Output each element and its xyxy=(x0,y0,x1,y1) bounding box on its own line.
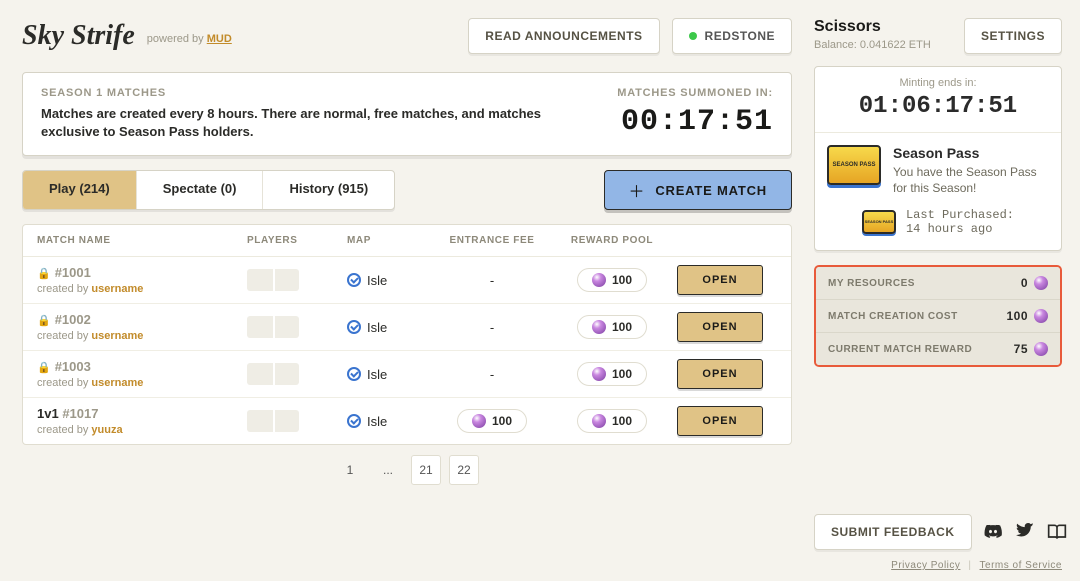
twitter-icon[interactable] xyxy=(1012,519,1038,545)
lock-icon: 🔒 xyxy=(37,362,51,374)
mud-link[interactable]: MUD xyxy=(207,33,232,45)
reward-pill: 100 xyxy=(577,315,647,339)
verified-icon xyxy=(347,320,361,334)
tos-link[interactable]: Terms of Service xyxy=(980,560,1062,571)
season-label: Season 1 Matches xyxy=(41,87,597,99)
table-row: 🔒#1001 created by username Isle - 100 Op… xyxy=(23,257,791,304)
table-row: 🔒#1003 created by username Isle - 100 Op… xyxy=(23,351,791,398)
col-entrance-fee: Entrance Fee xyxy=(437,235,547,246)
book-icon[interactable] xyxy=(1044,519,1070,545)
orb-icon xyxy=(1034,342,1048,356)
season-card: Season 1 Matches Matches are created eve… xyxy=(22,72,792,156)
open-button[interactable]: Open xyxy=(677,359,763,389)
orb-icon xyxy=(472,414,486,428)
discord-icon[interactable] xyxy=(980,519,1006,545)
players-indicator xyxy=(247,269,299,291)
resource-label: Match Creation Cost xyxy=(828,311,958,322)
orb-icon xyxy=(592,414,606,428)
mint-card: Minting ends in: 01:06:17:51 SEASON PASS… xyxy=(814,66,1062,251)
page-ellipsis: ... xyxy=(373,455,403,485)
players-indicator xyxy=(247,316,299,338)
season-pass-title: Season Pass xyxy=(893,145,1049,161)
app-logo: Sky Strife xyxy=(22,20,135,52)
table-row: 1v1 #1017 created by yuuza Isle 100 100 … xyxy=(23,398,791,444)
verified-icon xyxy=(347,367,361,381)
open-button[interactable]: Open xyxy=(677,265,763,295)
col-match-name: Match Name xyxy=(37,235,247,246)
resources-box: My Resources 0 Match Creation Cost 100 C… xyxy=(814,265,1062,367)
season-pass-icon: SEASON PASS xyxy=(862,210,896,234)
creator-link[interactable]: username xyxy=(91,377,143,389)
tab-play[interactable]: Play (214) xyxy=(23,171,137,209)
plus-icon: ＋ xyxy=(629,178,646,202)
season-pass-icon: SEASON PASS xyxy=(827,145,881,185)
open-button[interactable]: Open xyxy=(677,406,763,436)
countdown-timer: 00:17:51 xyxy=(617,105,773,139)
page-22[interactable]: 22 xyxy=(449,455,479,485)
mint-timer: 01:06:17:51 xyxy=(827,93,1049,120)
col-map: Map xyxy=(347,235,437,246)
entrance-fee: 100 xyxy=(437,409,547,433)
creator-link[interactable]: yuuza xyxy=(91,424,122,436)
verified-icon xyxy=(347,273,361,287)
last-purchased-time: 14 hours ago xyxy=(906,222,1014,236)
reward-pill: 100 xyxy=(577,409,647,433)
players-indicator xyxy=(247,410,299,432)
privacy-link[interactable]: Privacy Policy xyxy=(891,560,960,571)
page-21[interactable]: 21 xyxy=(411,455,441,485)
read-announcements-button[interactable]: Read Announcements xyxy=(468,18,659,54)
orb-icon xyxy=(592,320,606,334)
reward-pill: 100 xyxy=(577,268,647,292)
tabs: Play (214) Spectate (0) History (915) xyxy=(22,170,395,210)
orb-icon xyxy=(592,367,606,381)
lock-icon: 🔒 xyxy=(37,315,51,327)
tab-history[interactable]: History (915) xyxy=(263,171,394,209)
resource-label: Current Match Reward xyxy=(828,344,972,355)
submit-feedback-button[interactable]: Submit Feedback xyxy=(814,514,972,550)
creator-link[interactable]: username xyxy=(91,330,143,342)
settings-button[interactable]: Settings xyxy=(964,18,1062,54)
season-description: Matches are created every 8 hours. There… xyxy=(41,105,597,141)
player-name: Scissors xyxy=(814,18,931,36)
season-pass-desc: You have the Season Pass for this Season… xyxy=(893,164,1049,196)
entrance-fee: - xyxy=(437,367,547,382)
table-row: 🔒#1002 created by username Isle - 100 Op… xyxy=(23,304,791,351)
creator-link[interactable]: username xyxy=(91,283,143,295)
tab-spectate[interactable]: Spectate (0) xyxy=(137,171,264,209)
open-button[interactable]: Open xyxy=(677,312,763,342)
orb-icon xyxy=(1034,309,1048,323)
create-match-button[interactable]: ＋ Create Match xyxy=(604,170,792,210)
divider: | xyxy=(968,560,971,571)
player-balance: Balance: 0.041622 ETH xyxy=(814,39,931,51)
resource-label: My Resources xyxy=(828,278,915,289)
lock-icon: 🔒 xyxy=(37,268,51,280)
entrance-fee: - xyxy=(437,273,547,288)
reward-pill: 100 xyxy=(577,362,647,386)
orb-icon xyxy=(1034,276,1048,290)
powered-by: powered by MUD xyxy=(147,33,232,45)
col-players: Players xyxy=(247,235,347,246)
pagination: 1 ... 21 22 xyxy=(22,445,792,489)
col-reward-pool: Reward Pool xyxy=(547,235,677,246)
status-dot-icon xyxy=(689,32,697,40)
page-1[interactable]: 1 xyxy=(335,455,365,485)
orb-icon xyxy=(592,273,606,287)
players-indicator xyxy=(247,363,299,385)
mint-label: Minting ends in: xyxy=(827,77,1049,89)
network-button[interactable]: REDSTONE xyxy=(672,18,792,54)
matches-table: Match Name Players Map Entrance Fee Rewa… xyxy=(22,224,792,445)
last-purchased-label: Last Purchased: xyxy=(906,208,1014,222)
entrance-fee: - xyxy=(437,320,547,335)
verified-icon xyxy=(347,414,361,428)
countdown-label: Matches Summoned In: xyxy=(617,87,773,99)
